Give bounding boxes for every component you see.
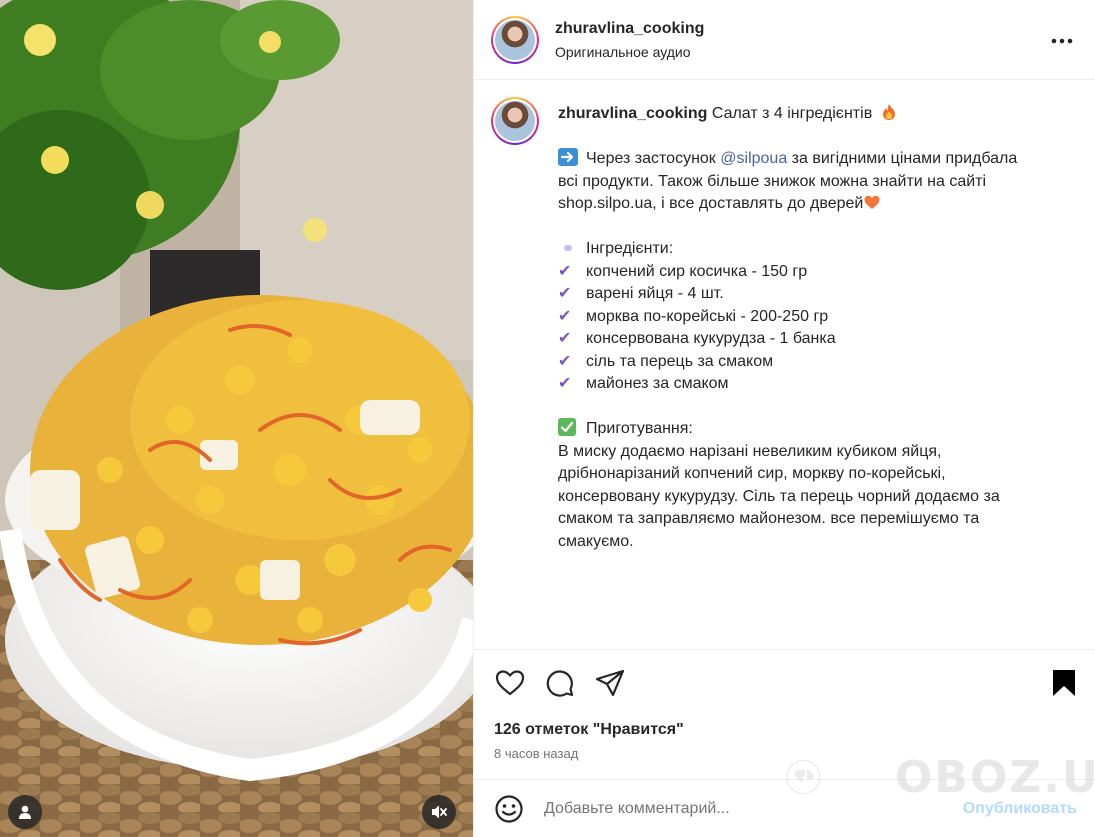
ingredient-item: ✔ майонез за смаком xyxy=(558,373,1073,396)
post-media[interactable] xyxy=(0,0,473,837)
prep-line: дрібнонарізаний копчений сир, моркву по-… xyxy=(558,465,946,482)
header-username[interactable]: zhuravlina_cooking xyxy=(555,20,704,38)
ingredient-item: ✔ сіль та перець за смаком xyxy=(558,351,1073,374)
caption-text: zhuravlina_cooking Салат з 4 інгредієнті… xyxy=(558,103,1073,553)
bookmark-icon xyxy=(1053,670,1075,696)
check-icon: ✔ xyxy=(558,285,572,302)
save-button[interactable] xyxy=(1051,668,1077,703)
fire-icon xyxy=(882,104,895,120)
watermark-globe-logo xyxy=(786,759,821,795)
salad-photo xyxy=(0,0,473,837)
right-arrow-emoji-icon xyxy=(558,148,578,166)
comment-button[interactable] xyxy=(544,668,576,698)
intro-after: за вигідними цінами придбала xyxy=(791,150,1018,167)
send-icon xyxy=(595,669,625,697)
post-time[interactable]: 8 часов назад xyxy=(494,746,578,761)
caption-avatar[interactable] xyxy=(491,97,539,145)
check-box-emoji-icon xyxy=(558,418,576,436)
mention-link[interactable]: @silpoua xyxy=(720,150,787,167)
check-icon: ✔ xyxy=(558,307,572,325)
more-horizontal-icon xyxy=(1051,38,1073,44)
intro-line-2: всі продукти. Також більше знижок можна … xyxy=(558,172,987,190)
comment-icon xyxy=(546,670,574,697)
more-options-button[interactable] xyxy=(1051,28,1073,48)
prep-line: смаком та заправляємо майонезом. все пер… xyxy=(558,510,980,527)
heart-emoji-icon xyxy=(864,195,880,209)
avatar-image xyxy=(495,101,535,141)
check-icon: ✔ xyxy=(558,262,572,280)
muted-speaker-icon xyxy=(432,805,447,819)
prep-line: консервовану кукурудзу. Сіль та перець ч… xyxy=(558,487,1000,505)
share-button[interactable] xyxy=(594,668,626,698)
ingredient-item: ✔ копчений сир косичка - 150 гр xyxy=(558,261,1073,284)
post-header: zhuravlina_cooking Оригинальное аудио xyxy=(474,0,1095,80)
watermark-text: OBOZ.UA xyxy=(895,752,1095,803)
prep-line: смакуємо. xyxy=(558,532,634,550)
ingredient-item: ✔ варені яйця - 4 шт. xyxy=(558,283,1073,306)
check-icon: ✔ xyxy=(558,330,572,347)
ingredient-item: ✔ морква по-корейські - 200-250 гр xyxy=(558,306,1073,329)
emoji-button[interactable] xyxy=(494,794,524,824)
bullet-icon xyxy=(564,245,572,251)
avatar[interactable] xyxy=(491,15,539,64)
user-icon xyxy=(19,805,31,819)
intro-line-3: shop.silpo.ua, і все доставлять до двере… xyxy=(558,195,864,212)
ingredients-heading: Інгредієнти: xyxy=(586,240,674,257)
smiley-icon xyxy=(495,794,523,823)
caption-username[interactable]: zhuravlina_cooking xyxy=(558,105,707,122)
caption-area: zhuravlina_cooking Салат з 4 інгредієнті… xyxy=(474,81,1095,649)
check-icon: ✔ xyxy=(558,352,572,370)
post-panel: zhuravlina_cooking Оригинальное аудио zh… xyxy=(473,0,1095,837)
check-icon: ✔ xyxy=(558,375,572,392)
prep-line: В миску додаємо нарізані невеликим кубик… xyxy=(558,442,942,460)
mute-button[interactable] xyxy=(422,795,456,829)
likes-count[interactable]: 126 отметок "Нравится" xyxy=(494,721,684,739)
avatar-image xyxy=(495,19,535,60)
ingredient-item: ✔ консервована кукурудза - 1 банка xyxy=(558,328,1073,351)
intro-before: Через застосунок xyxy=(586,150,716,167)
caption-title: Салат з 4 інгредієнтів xyxy=(711,105,873,122)
like-button[interactable] xyxy=(494,668,526,698)
prep-heading: Приготування: xyxy=(586,420,693,437)
audio-link[interactable]: Оригинальное аудио xyxy=(555,44,704,60)
tagged-users-button[interactable] xyxy=(8,795,42,829)
heart-icon xyxy=(495,670,525,696)
